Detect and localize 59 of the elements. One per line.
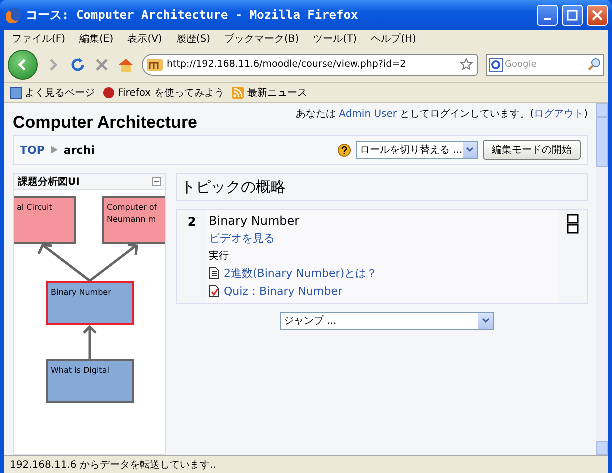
logout-link[interactable]: ログアウト [534, 109, 584, 120]
bookmark-link[interactable]: よく見るページ [25, 86, 95, 100]
arrow [83, 325, 97, 359]
breadcrumb-current: archi [64, 144, 95, 156]
diagram-node[interactable]: al Circuit [14, 196, 76, 244]
arrow [38, 244, 91, 282]
help-icon[interactable] [338, 144, 351, 156]
section-number: 2 [186, 214, 198, 231]
separator-icon [50, 146, 58, 154]
scrollbar[interactable] [596, 103, 608, 455]
diagram-node[interactable]: Computer of Neumann m [102, 196, 165, 244]
menu-item[interactable]: 編集(E) [80, 32, 114, 46]
address-field[interactable]: http://192.168.11.6/moodle/course/view.php?id=2 [142, 54, 478, 76]
resource-link[interactable]: Quiz：Binary Number [224, 284, 342, 299]
close-icon [592, 10, 603, 20]
diagram-node[interactable]: What is Digital [46, 359, 134, 403]
minimize-icon [544, 18, 551, 20]
menu-item[interactable]: ファイル(F) [12, 32, 66, 46]
jump-select[interactable]: ジャンプ ... [280, 312, 494, 330]
home-icon[interactable] [118, 56, 134, 72]
caret-icon [466, 147, 474, 153]
menu-item[interactable]: ヘルプ(H) [371, 32, 416, 46]
back-button[interactable] [8, 50, 38, 80]
section-title: Binary Number [209, 214, 301, 228]
maximize-icon [567, 10, 578, 20]
arrow [89, 244, 138, 282]
google-icon [489, 58, 503, 72]
minimize-button[interactable] [537, 4, 558, 26]
section-label: 実行 [209, 250, 230, 263]
menu-item[interactable]: ブックマーク(B) [224, 32, 300, 46]
search-icon[interactable] [588, 58, 601, 71]
resource-link[interactable]: 2進数(Binary Number)とは？ [224, 266, 378, 281]
breadcrumb-link[interactable]: TOP [20, 144, 45, 156]
maximize-button[interactable] [562, 4, 583, 26]
bookmark-icon [10, 86, 22, 98]
menu-item[interactable]: ツール(T) [313, 32, 358, 46]
panel-title: 課題分析図UI [18, 176, 80, 188]
course-title: Computer Architecture [13, 113, 198, 133]
menu-item[interactable]: 履歴(S) [176, 32, 210, 46]
video-link[interactable]: ビデオを見る [209, 231, 557, 246]
collapse-icon[interactable] [567, 214, 579, 234]
close-button[interactable] [587, 4, 608, 26]
login-info: あなたは Admin User としてログインしています。(ログアウト) [296, 108, 588, 121]
menu-item[interactable]: 表示(V) [128, 32, 162, 46]
edit-mode-button[interactable]: 編集モードの開始 [483, 140, 581, 160]
status-text: 192.168.11.6 からデータを転送しています.. [4, 455, 608, 473]
user-link[interactable]: Admin User [339, 109, 397, 120]
feed-icon [232, 86, 244, 98]
section-heading: トピックの概略 [176, 173, 588, 201]
window-title: コース: Computer Architecture - Mozilla Firefox [26, 6, 360, 24]
back-icon [17, 58, 29, 70]
reload-icon[interactable] [70, 56, 86, 72]
role-select[interactable]: ロールを切り替える ... [356, 141, 478, 159]
caret-icon [482, 318, 490, 324]
bookmark-link[interactable]: 最新ニュース [247, 86, 308, 100]
bookmark-link[interactable]: Firefox を使ってみよう [118, 86, 224, 100]
site-icon [147, 58, 163, 70]
star-icon[interactable] [460, 58, 473, 71]
diagram-node[interactable]: Binary Number [46, 281, 134, 325]
